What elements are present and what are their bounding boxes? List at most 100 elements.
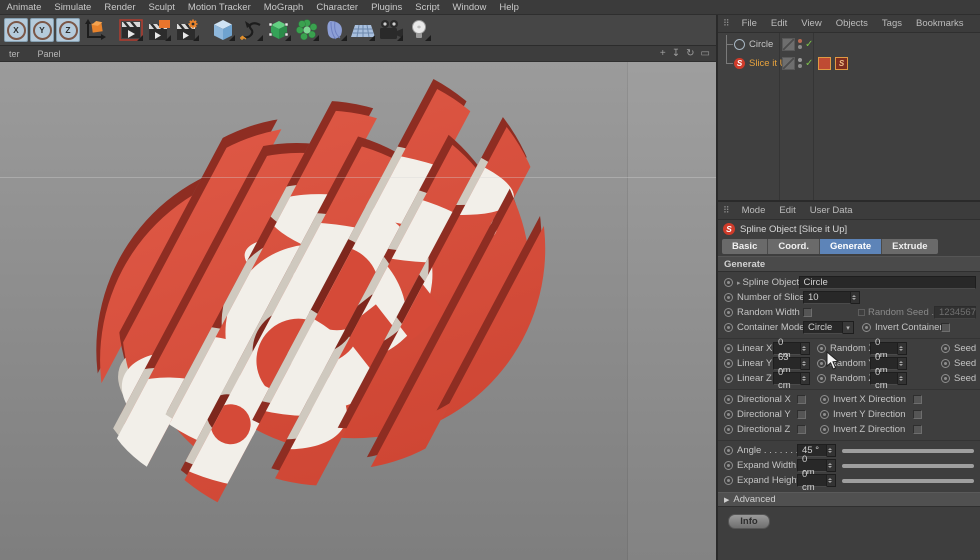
stepper[interactable] bbox=[827, 474, 836, 487]
directional-x-checkbox[interactable] bbox=[797, 395, 806, 404]
stepper[interactable] bbox=[898, 372, 907, 385]
section-header-generate[interactable]: Generate bbox=[718, 256, 980, 272]
om-menu-tags[interactable]: Tags bbox=[875, 18, 909, 29]
param-dot-icon[interactable] bbox=[724, 425, 733, 434]
param-dot-icon[interactable] bbox=[724, 395, 733, 404]
param-dot-icon[interactable] bbox=[724, 374, 733, 383]
directional-y-checkbox[interactable] bbox=[797, 410, 806, 419]
enable-check-icon[interactable]: ✓ bbox=[805, 39, 813, 50]
param-dot-icon[interactable] bbox=[862, 323, 871, 332]
floor-button[interactable] bbox=[350, 18, 376, 42]
seed-y-button[interactable]: Seed bbox=[954, 358, 976, 369]
param-dot-icon[interactable] bbox=[724, 323, 733, 332]
invert-x-direction-checkbox[interactable] bbox=[913, 395, 922, 404]
random-z-field[interactable]: 0 cm bbox=[870, 372, 898, 385]
stepper[interactable] bbox=[851, 291, 860, 304]
info-button[interactable]: Info bbox=[728, 514, 770, 529]
viewport-pan-icon[interactable]: + bbox=[660, 46, 666, 61]
menu-mograph[interactable]: MoGraph bbox=[257, 2, 310, 13]
deformer-button[interactable] bbox=[322, 18, 348, 42]
camera-button[interactable] bbox=[378, 18, 404, 42]
coordinate-system-button[interactable] bbox=[82, 18, 108, 42]
tab-generate[interactable]: Generate bbox=[820, 239, 882, 254]
render-settings-button[interactable] bbox=[174, 18, 200, 42]
tab-basic[interactable]: Basic bbox=[722, 239, 768, 254]
om-menu-view[interactable]: View bbox=[794, 18, 828, 29]
am-menu-user-data[interactable]: User Data bbox=[803, 205, 860, 216]
param-dot-icon[interactable] bbox=[724, 344, 733, 353]
stepper[interactable] bbox=[801, 372, 810, 385]
param-dot-icon[interactable] bbox=[941, 344, 950, 353]
viewport-3d[interactable] bbox=[0, 62, 716, 560]
material-tag[interactable] bbox=[818, 57, 831, 70]
object-row-slice-it-up[interactable]: S Slice it Up ✓ S bbox=[718, 55, 980, 71]
visibility-dots[interactable] bbox=[798, 58, 802, 68]
expand-arrow-icon[interactable]: ▸ bbox=[737, 279, 741, 287]
render-view-button[interactable] bbox=[118, 18, 144, 42]
object-row-circle[interactable]: Circle ✓ bbox=[718, 36, 980, 52]
tab-coord[interactable]: Coord. bbox=[768, 239, 820, 254]
param-dot-icon[interactable] bbox=[724, 278, 733, 287]
om-menu-file[interactable]: File bbox=[735, 18, 764, 29]
param-dot-icon[interactable] bbox=[817, 344, 826, 353]
viewport-maximize-icon[interactable]: ▭ bbox=[701, 46, 710, 61]
om-menu-bookmarks[interactable]: Bookmarks bbox=[909, 18, 971, 29]
stepper[interactable] bbox=[898, 342, 907, 355]
expand-height-field[interactable]: 0 cm bbox=[797, 474, 827, 487]
enable-check-icon[interactable]: ✓ bbox=[805, 58, 813, 69]
param-dot-icon[interactable] bbox=[817, 374, 826, 383]
container-mode-dropdown[interactable]: Circle ▾ bbox=[803, 321, 854, 334]
light-button[interactable] bbox=[406, 18, 432, 42]
panel-grid-icon[interactable]: ⠿ bbox=[718, 18, 735, 29]
stepper[interactable] bbox=[827, 444, 836, 457]
lock-z-axis-button[interactable]: Z bbox=[56, 18, 80, 42]
param-dot-icon[interactable] bbox=[724, 410, 733, 419]
stepper[interactable] bbox=[801, 342, 810, 355]
param-dot-icon[interactable] bbox=[724, 293, 733, 302]
lock-y-axis-button[interactable]: Y bbox=[30, 18, 54, 42]
menu-motion-tracker[interactable]: Motion Tracker bbox=[181, 2, 257, 13]
menu-render[interactable]: Render bbox=[98, 2, 142, 13]
advanced-section-toggle[interactable]: ▶ Advanced bbox=[718, 492, 980, 507]
param-dot-icon[interactable] bbox=[941, 374, 950, 383]
param-dot-icon[interactable] bbox=[941, 359, 950, 368]
panel-grid-icon[interactable]: ⠿ bbox=[718, 205, 735, 216]
param-dot-icon[interactable] bbox=[724, 308, 733, 317]
angle-slider[interactable] bbox=[842, 449, 974, 453]
slice-s-tag[interactable]: S bbox=[835, 57, 848, 70]
object-name[interactable]: Circle bbox=[749, 39, 773, 50]
random-seed-field[interactable]: 1234567 bbox=[934, 306, 976, 319]
am-menu-mode[interactable]: Mode bbox=[735, 205, 773, 216]
expand-height-slider[interactable] bbox=[842, 479, 974, 483]
seed-x-button[interactable]: Seed bbox=[954, 343, 976, 354]
mograph-array-button[interactable] bbox=[294, 18, 320, 42]
lock-x-axis-button[interactable]: X bbox=[4, 18, 28, 42]
menu-sculpt[interactable]: Sculpt bbox=[142, 2, 181, 13]
om-menu-edit[interactable]: Edit bbox=[764, 18, 794, 29]
menu-help[interactable]: Help bbox=[493, 2, 526, 13]
invert-container-checkbox[interactable] bbox=[941, 323, 950, 332]
directional-z-checkbox[interactable] bbox=[797, 425, 806, 434]
param-dot-icon[interactable] bbox=[724, 476, 733, 485]
render-region-button[interactable] bbox=[146, 18, 172, 42]
menu-character[interactable]: Character bbox=[310, 2, 365, 13]
stepper[interactable] bbox=[801, 357, 810, 370]
stepper[interactable] bbox=[898, 357, 907, 370]
number-of-slices-field[interactable]: 10 bbox=[803, 291, 851, 304]
layer-swatch[interactable] bbox=[782, 57, 795, 70]
generator-cube-button[interactable] bbox=[266, 18, 292, 42]
tab-extrude[interactable]: Extrude bbox=[882, 239, 937, 254]
menu-script[interactable]: Script bbox=[409, 2, 446, 13]
spline-object-field[interactable]: Circle bbox=[799, 276, 976, 289]
om-menu-objects[interactable]: Objects bbox=[829, 18, 875, 29]
linear-z-field[interactable]: 0 cm bbox=[773, 372, 801, 385]
stepper[interactable] bbox=[827, 459, 836, 472]
menu-window[interactable]: Window bbox=[446, 2, 493, 13]
viewport-rotate-icon[interactable]: ↻ bbox=[686, 46, 694, 61]
param-dot-icon[interactable] bbox=[724, 446, 733, 455]
visibility-dots[interactable] bbox=[798, 39, 802, 49]
param-dot-icon[interactable] bbox=[724, 461, 733, 470]
menu-animate[interactable]: Animate bbox=[0, 2, 48, 13]
menu-simulate[interactable]: Simulate bbox=[48, 2, 98, 13]
spline-pen-button[interactable] bbox=[238, 18, 264, 42]
